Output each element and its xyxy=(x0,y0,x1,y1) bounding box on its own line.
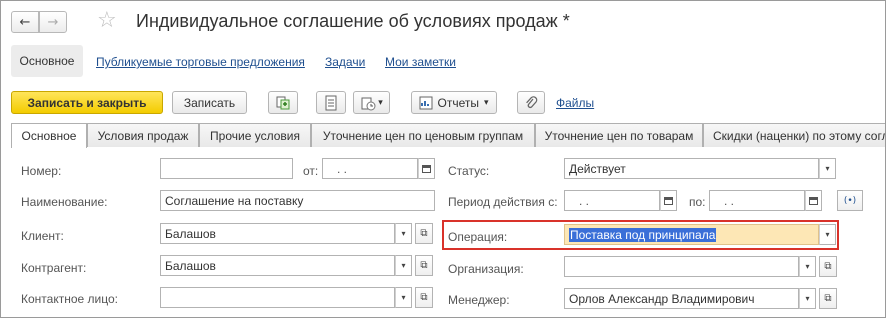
tab-main[interactable]: Основное xyxy=(11,123,87,148)
chevron-down-icon: ▾ xyxy=(378,97,383,108)
chevron-down-icon: ▾ xyxy=(805,294,810,303)
document-window: ← → ☆ Индивидуальное соглашение об услов… xyxy=(0,0,886,318)
client-label: Клиент: xyxy=(21,229,64,243)
tab-sales-terms[interactable]: Условия продаж xyxy=(87,123,199,147)
chevron-down-icon: ▾ xyxy=(401,261,406,270)
contact-field[interactable] xyxy=(160,287,395,308)
operation-value: Поставка под принципала xyxy=(569,227,717,242)
name-field[interactable]: Соглашение на поставку xyxy=(160,190,435,211)
arrow-left-icon: ← xyxy=(19,14,31,30)
reports-label: Отчеты xyxy=(437,95,479,110)
window-title: Индивидуальное соглашение об условиях пр… xyxy=(136,11,570,31)
print-menu-button[interactable]: ▾ xyxy=(353,91,390,114)
operation-dropdown-button[interactable]: ▾ xyxy=(819,224,836,245)
calendar-icon xyxy=(809,196,818,205)
section-link-notes[interactable]: Мои заметки xyxy=(385,55,456,69)
status-dropdown-button[interactable]: ▾ xyxy=(819,158,836,179)
files-link[interactable]: Файлы xyxy=(556,96,594,110)
organization-label: Организация: xyxy=(448,262,524,276)
save-button[interactable]: Записать xyxy=(172,91,247,114)
section-main[interactable]: Основное xyxy=(11,45,83,77)
period-label: Период действия с: xyxy=(448,195,558,209)
structure-button[interactable] xyxy=(316,91,346,114)
organization-open-button[interactable]: ⧉ xyxy=(819,256,837,277)
tab-bar: Основное Условия продаж Прочие условия У… xyxy=(11,123,885,148)
paperclip-icon xyxy=(526,95,538,108)
manager-dropdown-button[interactable]: ▾ xyxy=(799,288,816,309)
chevron-down-icon: ▾ xyxy=(825,230,830,239)
report-icon xyxy=(419,96,433,109)
period-select-button[interactable]: (•) xyxy=(837,190,863,211)
from-date-field[interactable]: . . xyxy=(322,158,418,179)
tab-discounts[interactable]: Скидки (наценки) по этому согл xyxy=(703,123,885,147)
manager-label: Менеджер: xyxy=(448,293,510,307)
chevron-down-icon: ▾ xyxy=(401,293,406,302)
create-based-on-button[interactable] xyxy=(268,91,298,114)
client-dropdown-button[interactable]: ▾ xyxy=(395,223,412,244)
period-from-calendar-button[interactable] xyxy=(660,190,677,211)
arrow-right-icon: → xyxy=(47,14,59,30)
open-icon: ⧉ xyxy=(420,260,428,271)
tab-price-groups[interactable]: Уточнение цен по ценовым группам xyxy=(311,123,535,147)
open-icon: ⧉ xyxy=(420,292,428,303)
tab-other-terms[interactable]: Прочие условия xyxy=(199,123,311,147)
contact-dropdown-button[interactable]: ▾ xyxy=(395,287,412,308)
period-from-field[interactable]: . . xyxy=(564,190,660,211)
client-open-button[interactable]: ⧉ xyxy=(415,223,433,244)
calendar-button[interactable] xyxy=(418,158,435,179)
calendar-icon xyxy=(664,196,673,205)
counterparty-label: Контрагент: xyxy=(21,261,87,275)
organization-dropdown-button[interactable]: ▾ xyxy=(799,256,816,277)
save-and-close-button[interactable]: Записать и закрыть xyxy=(11,91,163,114)
organization-field[interactable] xyxy=(564,256,799,277)
status-field[interactable]: Действует xyxy=(564,158,819,179)
favorite-star-icon[interactable]: ☆ xyxy=(97,8,117,33)
chevron-down-icon: ▾ xyxy=(401,229,406,238)
tab-price-products[interactable]: Уточнение цен по товарам xyxy=(535,123,703,147)
period-to-label: по: xyxy=(689,195,706,209)
status-label: Статус: xyxy=(448,164,490,178)
operation-label: Операция: xyxy=(448,230,508,244)
contact-open-button[interactable]: ⧉ xyxy=(415,287,433,308)
client-field[interactable]: Балашов xyxy=(160,223,395,244)
open-icon: ⧉ xyxy=(824,261,832,272)
manager-open-button[interactable]: ⧉ xyxy=(819,288,837,309)
chevron-down-icon: ▾ xyxy=(805,262,810,271)
attach-file-button[interactable] xyxy=(517,91,545,114)
period-to-calendar-button[interactable] xyxy=(805,190,822,211)
contact-label: Контактное лицо: xyxy=(21,292,118,306)
forward-button[interactable]: → xyxy=(39,11,67,33)
counterparty-field[interactable]: Балашов xyxy=(160,255,395,276)
from-label: от: xyxy=(303,164,319,178)
operation-field[interactable]: Поставка под принципала xyxy=(564,224,819,245)
document-list-icon xyxy=(325,95,337,110)
open-icon: ⧉ xyxy=(420,228,428,239)
calendar-icon xyxy=(422,164,431,173)
back-button[interactable]: ← xyxy=(11,11,39,33)
counterparty-open-button[interactable]: ⧉ xyxy=(415,255,433,276)
period-to-field[interactable]: . . xyxy=(709,190,805,211)
manager-field[interactable]: Орлов Александр Владимирович xyxy=(564,288,799,309)
number-field[interactable] xyxy=(160,158,293,179)
section-link-tasks[interactable]: Задачи xyxy=(325,55,365,69)
chevron-down-icon: ▾ xyxy=(483,97,489,108)
create-based-on-icon xyxy=(276,96,290,109)
chevron-down-icon: ▾ xyxy=(825,164,830,173)
number-label: Номер: xyxy=(21,164,62,178)
counterparty-dropdown-button[interactable]: ▾ xyxy=(395,255,412,276)
open-icon: ⧉ xyxy=(824,293,832,304)
period-icon: (•) xyxy=(843,195,857,206)
section-link-offers[interactable]: Публикуемые торговые предложения xyxy=(96,55,305,69)
name-label: Наименование: xyxy=(21,195,108,209)
reports-menu-button[interactable]: Отчеты ▾ xyxy=(411,91,497,114)
print-icon xyxy=(361,97,376,110)
